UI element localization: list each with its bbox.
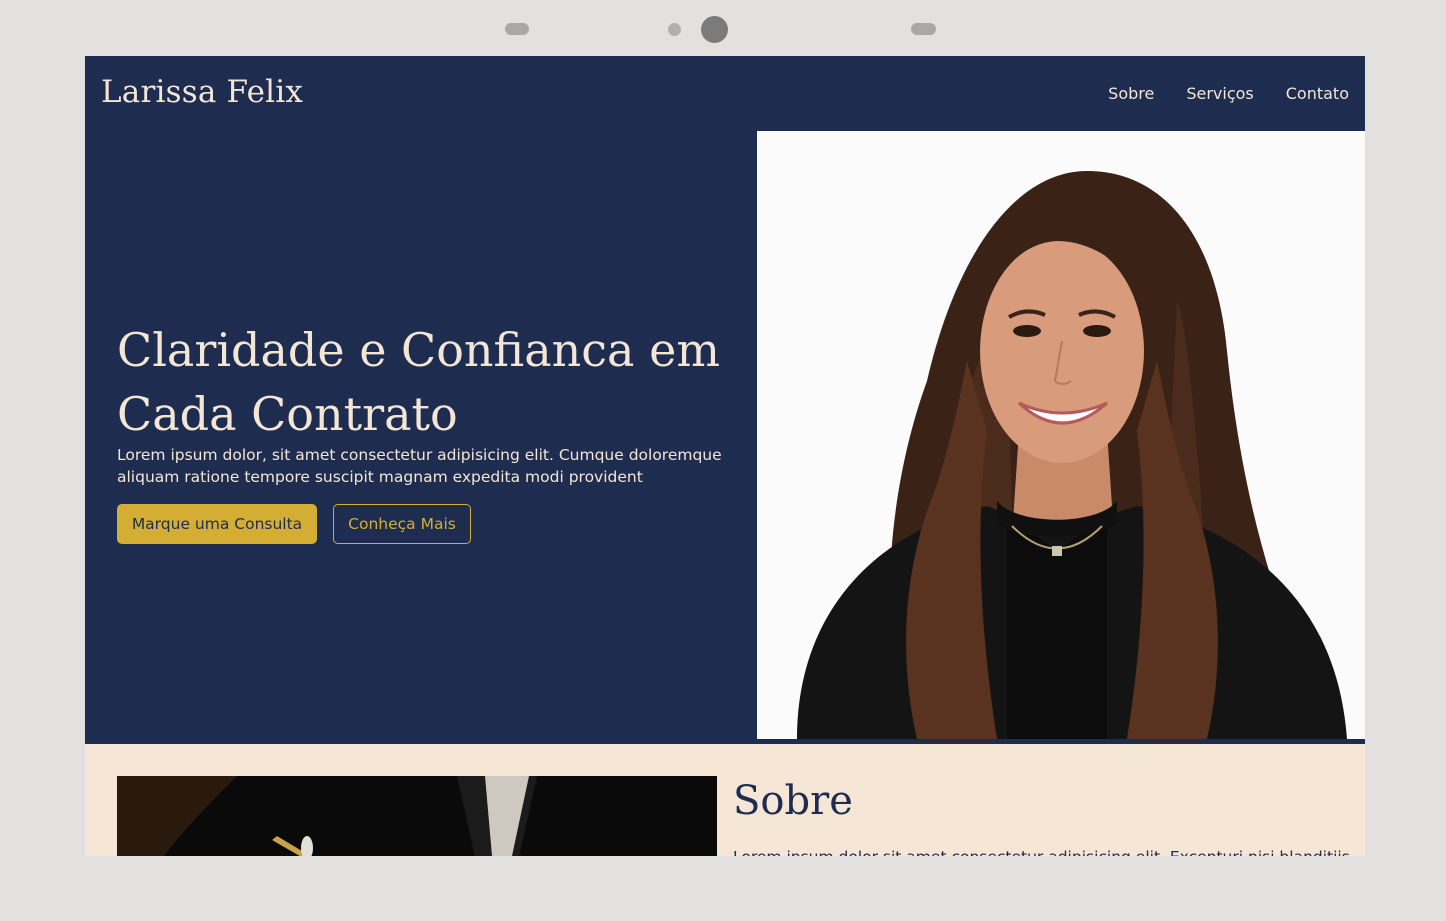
camera-lens <box>701 16 728 43</box>
sensor-dot <box>668 23 681 36</box>
hero-title: Claridade e Confianca em Cada Contrato <box>117 323 720 441</box>
about-image <box>117 776 717 856</box>
book-consultation-button[interactable]: Marque uma Consulta <box>117 504 317 544</box>
hero-description: Lorem ipsum dolor, sit amet consectetur … <box>117 446 722 486</box>
about-title: Sobre <box>733 778 853 824</box>
browser-viewport: Larissa Felix Sobre Serviços Contato Cla… <box>85 56 1365 856</box>
brand-logo-text[interactable]: Larissa Felix <box>101 74 303 110</box>
about-photo-illustration <box>117 776 717 856</box>
nav-item-servicos[interactable]: Serviços <box>1186 84 1253 103</box>
hero-portrait-image <box>757 131 1365 739</box>
speaker-right <box>911 23 936 35</box>
tablet-frame: Larissa Felix Sobre Serviços Contato Cla… <box>0 0 1446 921</box>
main-nav: Sobre Serviços Contato <box>1108 84 1349 103</box>
portrait-illustration <box>757 131 1365 739</box>
nav-item-contato[interactable]: Contato <box>1286 84 1349 103</box>
learn-more-button[interactable]: Conheça Mais <box>333 504 471 544</box>
speaker-left <box>505 23 529 35</box>
nav-item-sobre[interactable]: Sobre <box>1108 84 1154 103</box>
about-text: Lorem ipsum dolor sit amet consectetur a… <box>733 846 1353 856</box>
hero-section: Larissa Felix Sobre Serviços Contato Cla… <box>85 56 1365 744</box>
about-section: Sobre Lorem ipsum dolor sit amet consect… <box>85 744 1365 856</box>
